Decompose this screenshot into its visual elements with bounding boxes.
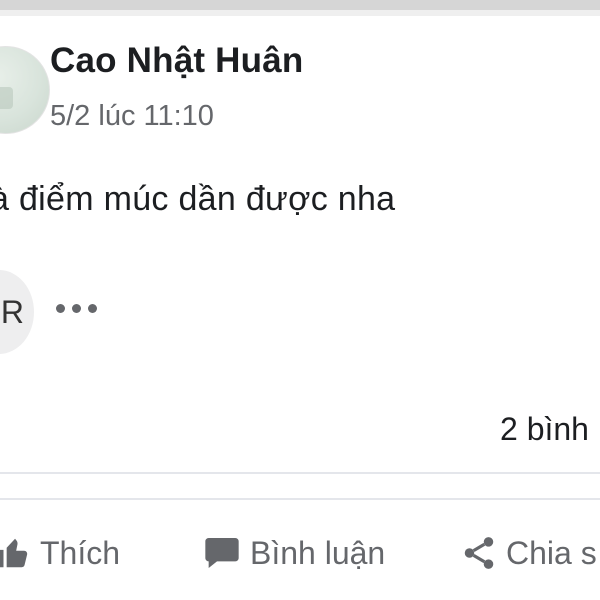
like-button[interactable]: Thích xyxy=(0,530,120,576)
like-label: Thích xyxy=(40,534,121,571)
share-label: Chia s xyxy=(506,534,597,571)
top-separator-light xyxy=(0,10,600,16)
share-icon xyxy=(460,534,498,572)
commenter-avatar[interactable]: R xyxy=(0,270,34,354)
more-dot xyxy=(72,304,81,313)
divider xyxy=(0,498,600,500)
more-dots-icon[interactable] xyxy=(56,304,97,313)
comment-bubble-icon xyxy=(202,533,242,573)
divider xyxy=(0,472,600,474)
comment-button[interactable]: Bình luận xyxy=(202,530,385,576)
commenter-avatar-initial: R xyxy=(0,293,24,330)
more-dot xyxy=(88,304,97,313)
author-avatar[interactable] xyxy=(0,46,50,134)
avatar-image-detail xyxy=(0,87,13,109)
post-text: à điểm múc dần được nha xyxy=(0,180,396,218)
share-button[interactable]: Chia s xyxy=(460,530,597,576)
author-name[interactable]: Cao Nhật Huân xyxy=(50,41,303,81)
comment-count[interactable]: 2 bình xyxy=(500,411,589,448)
comment-label: Bình luận xyxy=(250,534,386,571)
more-dot xyxy=(56,304,65,313)
post-card: Cao Nhật Huân 5/2 lúc 11:10 à điểm múc d… xyxy=(0,0,600,600)
top-separator xyxy=(0,0,600,10)
post-timestamp[interactable]: 5/2 lúc 11:10 xyxy=(50,100,214,133)
thumbs-up-icon xyxy=(0,534,32,572)
